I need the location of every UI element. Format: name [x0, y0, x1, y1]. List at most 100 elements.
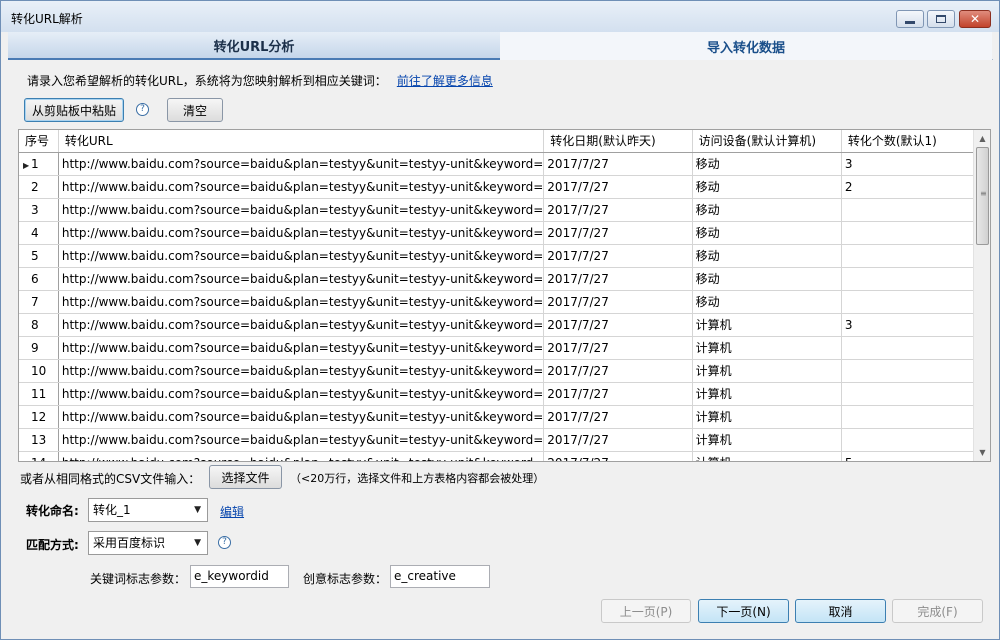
cell-index[interactable]: 9 — [19, 336, 59, 360]
cell-index[interactable]: 2 — [19, 175, 59, 199]
cell-device[interactable]: 计算机 — [692, 336, 842, 360]
cell-url[interactable]: http://www.baidu.com?source=baidu&plan=t… — [58, 152, 545, 176]
cell-url[interactable]: http://www.baidu.com?source=baidu&plan=t… — [58, 359, 545, 383]
cell-index[interactable]: 5 — [19, 244, 59, 268]
cell-url[interactable]: http://www.baidu.com?source=baidu&plan=t… — [58, 336, 545, 360]
cell-index[interactable]: 12 — [19, 405, 59, 429]
cell-url[interactable]: http://www.baidu.com?source=baidu&plan=t… — [58, 382, 545, 406]
cell-date[interactable]: 2017/7/27 — [543, 336, 693, 360]
cell-date[interactable]: 2017/7/27 — [543, 267, 693, 291]
table-row[interactable]: 13 http://www.baidu.com?source=baidu&plan… — [19, 428, 990, 452]
next-page-button[interactable]: 下一页(N) — [698, 599, 789, 623]
scroll-down-icon[interactable]: ▼ — [974, 444, 990, 461]
cell-device[interactable]: 移动 — [692, 244, 842, 268]
cell-url[interactable]: http://www.baidu.com?source=baidu&plan=t… — [58, 405, 545, 429]
table-row[interactable]: ▶ 1 http://www.baidu.com?source=baidu&plan… — [19, 152, 990, 176]
table-row[interactable]: 14 http://www.baidu.com?source=baidu&plan… — [19, 451, 990, 461]
column-header-url[interactable]: 转化URL — [58, 130, 545, 153]
table-row[interactable]: 6 http://www.baidu.com?source=baidu&plan=… — [19, 267, 990, 291]
column-header-date[interactable]: 转化日期(默认昨天) — [543, 130, 693, 153]
cell-count[interactable]: 3 — [841, 152, 990, 176]
tab-url-analysis[interactable]: 转化URL分析 — [8, 32, 500, 60]
cell-device[interactable]: 计算机 — [692, 359, 842, 383]
cell-device[interactable]: 计算机 — [692, 405, 842, 429]
cell-date[interactable]: 2017/7/27 — [543, 359, 693, 383]
cell-index[interactable]: ▶ 1 — [19, 152, 59, 176]
cell-count[interactable] — [841, 336, 990, 360]
cell-count[interactable]: 5 — [841, 451, 990, 461]
column-header-index[interactable]: 序号 — [19, 130, 59, 153]
cell-date[interactable]: 2017/7/27 — [543, 405, 693, 429]
paste-from-clipboard-button[interactable]: 从剪贴板中粘贴 — [24, 98, 124, 122]
edit-naming-link[interactable]: 编辑 — [220, 503, 244, 520]
cell-count[interactable] — [841, 290, 990, 314]
help-icon[interactable]: ? — [136, 103, 149, 116]
learn-more-link[interactable]: 前往了解更多信息 — [397, 74, 493, 88]
column-header-device[interactable]: 访问设备(默认计算机) — [692, 130, 842, 153]
cell-device[interactable]: 移动 — [692, 175, 842, 199]
cell-date[interactable]: 2017/7/27 — [543, 221, 693, 245]
cell-count[interactable] — [841, 267, 990, 291]
cell-device[interactable]: 移动 — [692, 221, 842, 245]
cell-index[interactable]: 14 — [19, 451, 59, 461]
tab-import-data[interactable]: 导入转化数据 — [500, 32, 992, 60]
cell-count[interactable] — [841, 198, 990, 222]
cell-date[interactable]: 2017/7/27 — [543, 175, 693, 199]
cell-index[interactable]: 3 — [19, 198, 59, 222]
cell-device[interactable]: 计算机 — [692, 428, 842, 452]
table-row[interactable]: 11 http://www.baidu.com?source=baidu&plan… — [19, 382, 990, 406]
naming-select[interactable]: 转化_1 ▼ — [88, 498, 208, 522]
cell-device[interactable]: 计算机 — [692, 313, 842, 337]
cell-index[interactable]: 13 — [19, 428, 59, 452]
cell-index[interactable]: 7 — [19, 290, 59, 314]
prev-page-button[interactable]: 上一页(P) — [601, 599, 691, 623]
column-header-count[interactable]: 转化个数(默认1) — [841, 130, 990, 153]
finish-button[interactable]: 完成(F) — [892, 599, 983, 623]
cell-url[interactable]: http://www.baidu.com?source=baidu&plan=t… — [58, 244, 545, 268]
cell-count[interactable] — [841, 428, 990, 452]
cell-device[interactable]: 移动 — [692, 198, 842, 222]
cell-device[interactable]: 计算机 — [692, 382, 842, 406]
cell-url[interactable]: http://www.baidu.com?source=baidu&plan=t… — [58, 451, 545, 461]
cell-url[interactable]: http://www.baidu.com?source=baidu&plan=t… — [58, 198, 545, 222]
cell-count[interactable] — [841, 244, 990, 268]
table-row[interactable]: 5 http://www.baidu.com?source=baidu&plan=… — [19, 244, 990, 268]
cell-url[interactable]: http://www.baidu.com?source=baidu&plan=t… — [58, 290, 545, 314]
maximize-button[interactable] — [927, 10, 955, 28]
match-method-select[interactable]: 采用百度标识 ▼ — [88, 531, 208, 555]
table-row[interactable]: 8 http://www.baidu.com?source=baidu&plan=… — [19, 313, 990, 337]
cell-url[interactable]: http://www.baidu.com?source=baidu&plan=t… — [58, 267, 545, 291]
cell-device[interactable]: 移动 — [692, 267, 842, 291]
cell-url[interactable]: http://www.baidu.com?source=baidu&plan=t… — [58, 313, 545, 337]
cell-device[interactable]: 移动 — [692, 152, 842, 176]
cell-count[interactable]: 3 — [841, 313, 990, 337]
cell-url[interactable]: http://www.baidu.com?source=baidu&plan=t… — [58, 428, 545, 452]
table-row[interactable]: 2 http://www.baidu.com?source=baidu&plan=… — [19, 175, 990, 199]
table-row[interactable]: 3 http://www.baidu.com?source=baidu&plan=… — [19, 198, 990, 222]
cell-count[interactable] — [841, 359, 990, 383]
help-icon[interactable]: ? — [218, 536, 231, 549]
cell-date[interactable]: 2017/7/27 — [543, 198, 693, 222]
cell-count[interactable] — [841, 221, 990, 245]
cell-index[interactable]: 8 — [19, 313, 59, 337]
cell-index[interactable]: 4 — [19, 221, 59, 245]
creative-param-input[interactable]: e_creative — [390, 565, 490, 588]
cell-device[interactable]: 计算机 — [692, 451, 842, 461]
cancel-button[interactable]: 取消 — [795, 599, 886, 623]
cell-count[interactable] — [841, 405, 990, 429]
table-row[interactable]: 7 http://www.baidu.com?source=baidu&plan=… — [19, 290, 990, 314]
cell-url[interactable]: http://www.baidu.com?source=baidu&plan=t… — [58, 175, 545, 199]
clear-button[interactable]: 清空 — [167, 98, 223, 122]
choose-file-button[interactable]: 选择文件 — [209, 465, 282, 489]
cell-count[interactable] — [841, 382, 990, 406]
conversion-url-grid[interactable]: 序号 转化URL 转化日期(默认昨天) 访问设备(默认计算机) 转化个数(默认1… — [18, 129, 991, 462]
close-button[interactable]: ✕ — [959, 10, 991, 28]
cell-count[interactable]: 2 — [841, 175, 990, 199]
cell-device[interactable]: 移动 — [692, 290, 842, 314]
cell-date[interactable]: 2017/7/27 — [543, 451, 693, 461]
scroll-thumb[interactable]: ≡ — [976, 147, 989, 245]
cell-date[interactable]: 2017/7/27 — [543, 290, 693, 314]
grid-vertical-scrollbar[interactable]: ▲ ≡ ▼ — [973, 130, 990, 461]
minimize-button[interactable] — [896, 10, 924, 28]
table-row[interactable]: 9 http://www.baidu.com?source=baidu&plan=… — [19, 336, 990, 360]
